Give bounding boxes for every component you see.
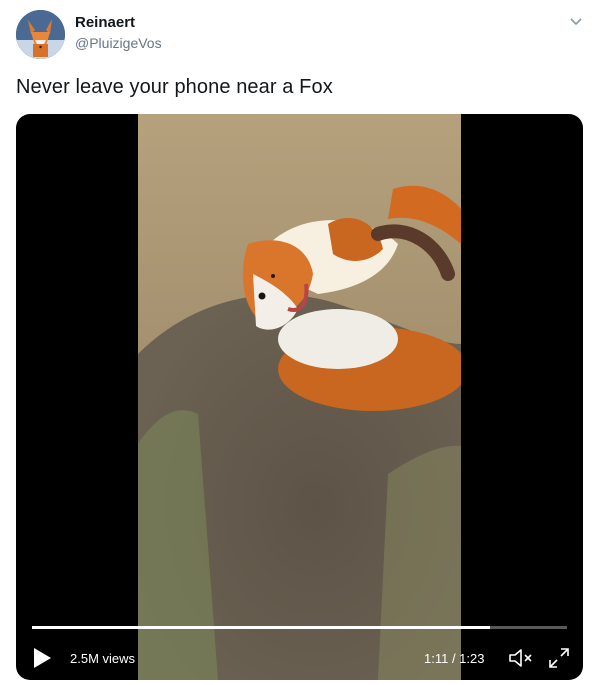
- fox-avatar-icon: [16, 10, 65, 59]
- progress-bar[interactable]: [32, 626, 567, 629]
- tweet-card: Reinaert @PluizigeVos Never leave your p…: [0, 0, 596, 685]
- video-player[interactable]: 2.5M views 1:11 / 1:23: [16, 114, 583, 680]
- play-icon[interactable]: [32, 647, 52, 669]
- fullscreen-icon[interactable]: [548, 647, 570, 669]
- video-controls: 2.5M views 1:11 / 1:23: [16, 644, 583, 674]
- time-display: 1:11 / 1:23: [424, 651, 485, 666]
- avatar[interactable]: [16, 10, 65, 59]
- display-name[interactable]: Reinaert: [75, 14, 135, 31]
- progress-fill: [32, 626, 491, 629]
- video-frame: [138, 114, 461, 680]
- user-handle[interactable]: @PluizigeVos: [75, 35, 162, 51]
- chevron-down-icon[interactable]: [566, 12, 586, 32]
- view-count: 2.5M views: [70, 651, 136, 666]
- mute-icon[interactable]: [508, 647, 536, 669]
- tweet-text: Never leave your phone near a Fox: [16, 76, 333, 98]
